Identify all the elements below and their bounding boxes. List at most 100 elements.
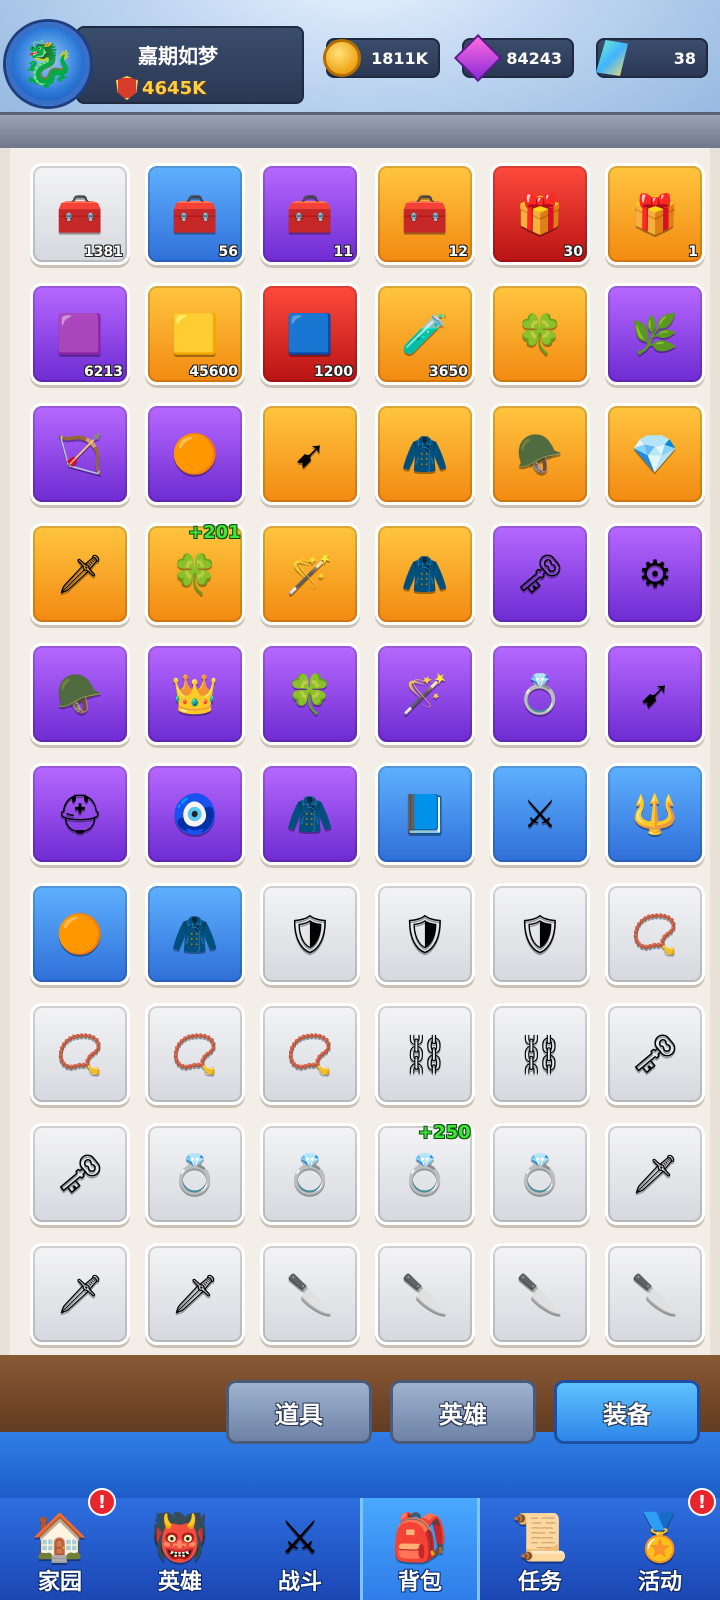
item-count: 1200 — [314, 364, 353, 380]
inventory-slot[interactable]: 🔱 — [605, 763, 705, 865]
nav-item-hero[interactable]: 👹 英雄 — [120, 1498, 240, 1600]
inventory-slot[interactable]: 🗝 — [490, 523, 590, 625]
nav-item-event[interactable]: 🏅 活动! — [600, 1488, 720, 1600]
inventory-slot[interactable]: 📿 — [30, 1003, 130, 1105]
nav-item-battle[interactable]: ⚔ 战斗 — [240, 1498, 360, 1600]
inventory-slot[interactable]: 🗡 — [30, 1243, 130, 1345]
inventory-slot[interactable]: 🛡 — [260, 883, 360, 985]
inventory-slot[interactable]: 👑 — [145, 643, 245, 745]
inventory-slot[interactable]: 🎁 1 — [605, 163, 705, 265]
inventory-slot[interactable]: 🗝 — [30, 1123, 130, 1225]
inventory-slot[interactable]: 🪖 — [30, 643, 130, 745]
belt-icon: 🟠 — [171, 432, 219, 476]
backpack-icon: 🎒 — [391, 1510, 449, 1564]
inventory-slot[interactable]: ⛓ — [375, 1003, 475, 1105]
inventory-slot[interactable]: 🟨 45600 — [145, 283, 245, 385]
inventory-slot[interactable]: ➹ — [605, 643, 705, 745]
cape-icon: 🧥 — [401, 432, 449, 476]
inventory-slot[interactable]: 🪖 — [490, 403, 590, 505]
clover-icon: 🍀 — [516, 312, 564, 356]
inventory-slot[interactable]: 🏹 — [30, 403, 130, 505]
inventory-slot[interactable]: 🟦 1200 — [260, 283, 360, 385]
inventory-slot[interactable]: 🔪 — [375, 1243, 475, 1345]
tab-items[interactable]: 道具 — [226, 1380, 372, 1444]
amulet-icon: ⚙ — [637, 552, 673, 596]
inventory-slot[interactable]: 🔪 — [260, 1243, 360, 1345]
inventory-slot[interactable]: 🔪 — [605, 1243, 705, 1345]
chest-icon: 🧰 — [56, 192, 104, 236]
inventory-slot[interactable]: 💍 — [260, 1123, 360, 1225]
spear-icon: 🔱 — [631, 792, 679, 836]
inventory-slot[interactable]: 🧥 — [260, 763, 360, 865]
sword-icon: 🗡 — [55, 552, 105, 596]
inventory-slot[interactable]: 🛡 — [490, 883, 590, 985]
inventory-slot[interactable]: 🍀 +201 — [145, 522, 245, 625]
inventory-slot[interactable]: 🟪 6213 — [30, 283, 130, 385]
inventory-slot[interactable]: 🪄 — [260, 523, 360, 625]
cape-icon: 🧥 — [286, 792, 334, 836]
crystal-counter[interactable]: 38 — [596, 38, 708, 78]
inventory-slot[interactable]: 💍 — [490, 1123, 590, 1225]
nav-item-quest[interactable]: 📜 任务 — [480, 1498, 600, 1600]
inventory-slot[interactable]: 🍀 — [260, 643, 360, 745]
inventory-slot[interactable]: 💎 — [605, 403, 705, 505]
inventory-slot[interactable]: 💍 — [490, 643, 590, 745]
inventory-slot[interactable]: 🟠 — [145, 403, 245, 505]
inventory-slot[interactable]: 🗝 — [605, 1003, 705, 1105]
inventory-slot[interactable]: 🛡 — [375, 883, 475, 985]
inventory-slot[interactable]: 🧰 11 — [260, 163, 360, 265]
inventory-slot[interactable]: ⚙ — [605, 523, 705, 625]
inventory-slot[interactable]: 🧪 3650 — [375, 283, 475, 385]
inventory-slot[interactable]: 🧰 12 — [375, 163, 475, 265]
tab-heroes[interactable]: 英雄 — [390, 1380, 536, 1444]
inventory-slot[interactable]: 💍 +250 — [375, 1122, 475, 1225]
inventory-slot[interactable]: 📿 — [605, 883, 705, 985]
collar-icon: 📿 — [631, 912, 679, 956]
inventory-slot[interactable]: 📿 — [260, 1003, 360, 1105]
sword-icon: 🗡 — [55, 1272, 105, 1316]
inventory-slot[interactable]: 🗡 — [30, 523, 130, 625]
potion-icon: 🧪 — [401, 312, 449, 356]
ring-icon: 💍 — [286, 1152, 334, 1196]
inventory-slot[interactable]: 🪄 — [375, 643, 475, 745]
quest-icon: 📜 — [511, 1510, 569, 1564]
amulet-icon: 🗝 — [630, 1032, 680, 1076]
inventory-slot[interactable]: 🗡 — [145, 1243, 245, 1345]
inventory-slot[interactable]: 🧰 1381 — [30, 163, 130, 265]
bottom-navigation: 🏠 家园! 👹 英雄 ⚔ 战斗 🎒 背包 📜 任务 🏅 活动! — [0, 1488, 720, 1600]
inventory-slot[interactable]: ➹ — [260, 403, 360, 505]
nav-item-backpack[interactable]: 🎒 背包 — [360, 1498, 480, 1600]
player-info-plate[interactable]: 嘉期如梦 4645K — [76, 26, 304, 104]
inventory-slot[interactable]: 🧥 — [375, 403, 475, 505]
coin-counter[interactable]: 1811K — [323, 38, 440, 78]
inventory-slot[interactable]: ⛓ — [490, 1003, 590, 1105]
wand-icon: 🪄 — [286, 552, 334, 596]
inventory-slot[interactable]: ⚔ — [490, 763, 590, 865]
chest-icon: 🎁 — [516, 192, 564, 236]
inventory-slot[interactable]: 🔪 — [490, 1243, 590, 1345]
inventory-slot[interactable]: 🧥 — [375, 523, 475, 625]
inventory-slot[interactable]: 🌿 — [605, 283, 705, 385]
nav-item-home[interactable]: 🏠 家园! — [0, 1488, 120, 1600]
inventory-slot[interactable]: 🎁 30 — [490, 163, 590, 265]
armor-icon: 🛡 — [400, 912, 450, 956]
inventory-panel: 🧰 1381 🧰 56 🧰 11 🧰 12 🎁 30 🎁 1 🟪 6213 🟨 45600 🟦 1200 🧪 3650… — [0, 148, 720, 1358]
inventory-slot[interactable]: 🧿 — [145, 763, 245, 865]
inventory-slot[interactable]: 🍀 — [490, 283, 590, 385]
dragon-avatar-icon[interactable]: 🐉 — [6, 22, 90, 106]
bar-icon: 🟨 — [171, 312, 219, 356]
inventory-slot[interactable]: ⛑ — [30, 763, 130, 865]
top-header: 嘉期如梦 4645K 🐉 1811K 84243 38 — [0, 0, 720, 150]
crown-icon: 👑 — [171, 672, 219, 716]
tab-equipment[interactable]: 装备 — [554, 1380, 700, 1444]
inventory-slot[interactable]: 📿 — [145, 1003, 245, 1105]
inventory-slot[interactable]: 📘 — [375, 763, 475, 865]
gem-counter[interactable]: 84243 — [453, 33, 574, 83]
inventory-slot[interactable]: 🟠 — [30, 883, 130, 985]
dagger-icon: 🔪 — [401, 1272, 449, 1316]
inventory-slot[interactable]: 🗡 — [605, 1123, 705, 1225]
inventory-slot[interactable]: 🧥 — [145, 883, 245, 985]
inventory-slot[interactable]: 🧰 56 — [145, 163, 245, 265]
wand-icon: 🪄 — [401, 672, 449, 716]
inventory-slot[interactable]: 💍 — [145, 1123, 245, 1225]
